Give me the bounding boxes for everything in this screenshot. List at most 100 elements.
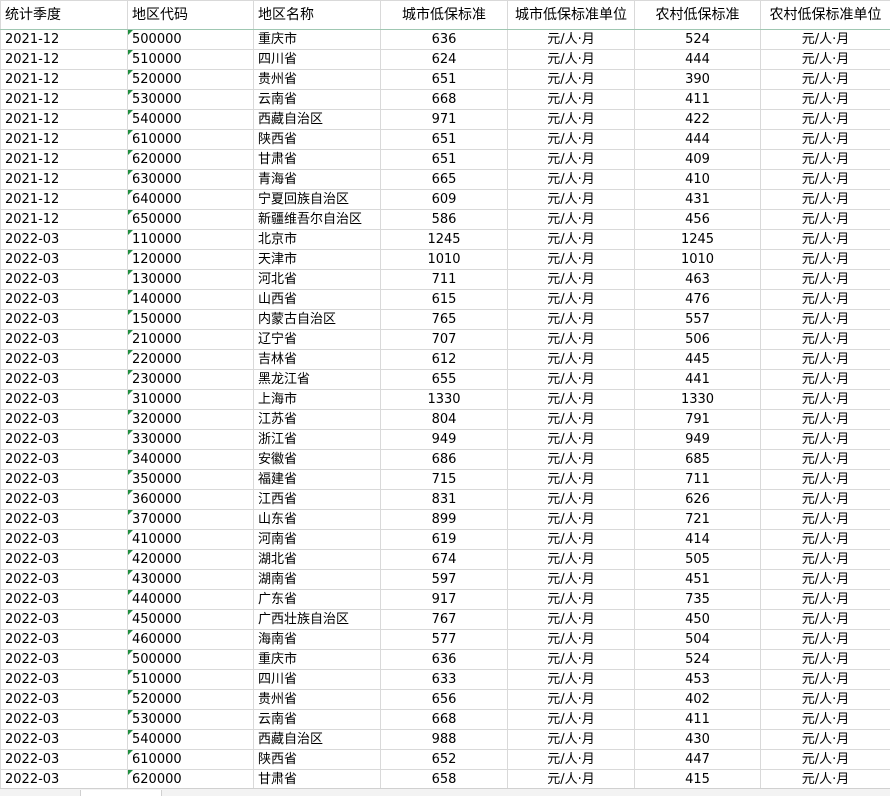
cell-region-name[interactable]: 江苏省 [254, 410, 381, 430]
cell-region-code[interactable]: 310000 [128, 390, 254, 410]
cell-quarter[interactable]: 2022-03 [1, 310, 128, 330]
cell-rural-unit[interactable]: 元/人·月 [761, 750, 890, 770]
cell-urban-unit[interactable]: 元/人·月 [508, 250, 635, 270]
cell-urban-standard[interactable]: 624 [381, 50, 508, 70]
cell-urban-unit[interactable]: 元/人·月 [508, 570, 635, 590]
cell-rural-unit[interactable]: 元/人·月 [761, 270, 890, 290]
cell-urban-standard[interactable]: 586 [381, 210, 508, 230]
cell-quarter[interactable]: 2021-12 [1, 170, 128, 190]
cell-rural-unit[interactable]: 元/人·月 [761, 370, 890, 390]
cell-urban-unit[interactable]: 元/人·月 [508, 750, 635, 770]
column-header-region-code[interactable]: 地区代码 [128, 1, 254, 30]
cell-region-code[interactable]: 610000 [128, 750, 254, 770]
cell-quarter[interactable]: 2022-03 [1, 710, 128, 730]
cell-region-name[interactable]: 河南省 [254, 530, 381, 550]
cell-urban-standard[interactable]: 1245 [381, 230, 508, 250]
cell-urban-standard[interactable]: 658 [381, 770, 508, 790]
cell-region-name[interactable]: 天津市 [254, 250, 381, 270]
cell-rural-unit[interactable]: 元/人·月 [761, 210, 890, 230]
cell-quarter[interactable]: 2022-03 [1, 290, 128, 310]
cell-rural-standard[interactable]: 456 [635, 210, 761, 230]
cell-rural-unit[interactable]: 元/人·月 [761, 550, 890, 570]
cell-urban-standard[interactable]: 715 [381, 470, 508, 490]
cell-region-name[interactable]: 重庆市 [254, 30, 381, 50]
cell-urban-standard[interactable]: 971 [381, 110, 508, 130]
cell-region-code[interactable]: 350000 [128, 470, 254, 490]
cell-rural-standard[interactable]: 791 [635, 410, 761, 430]
cell-region-code[interactable]: 510000 [128, 670, 254, 690]
cell-region-name[interactable]: 江西省 [254, 490, 381, 510]
cell-urban-standard[interactable]: 633 [381, 670, 508, 690]
cell-urban-unit[interactable]: 元/人·月 [508, 650, 635, 670]
cell-rural-standard[interactable]: 504 [635, 630, 761, 650]
cell-urban-standard[interactable]: 668 [381, 90, 508, 110]
cell-urban-unit[interactable]: 元/人·月 [508, 690, 635, 710]
cell-rural-unit[interactable]: 元/人·月 [761, 630, 890, 650]
cell-urban-standard[interactable]: 651 [381, 70, 508, 90]
cell-region-code[interactable]: 540000 [128, 730, 254, 750]
cell-region-name[interactable]: 贵州省 [254, 70, 381, 90]
cell-rural-standard[interactable]: 430 [635, 730, 761, 750]
cell-region-code[interactable]: 620000 [128, 770, 254, 790]
cell-urban-unit[interactable]: 元/人·月 [508, 550, 635, 570]
cell-region-code[interactable]: 410000 [128, 530, 254, 550]
cell-rural-standard[interactable]: 476 [635, 290, 761, 310]
column-header-quarter[interactable]: 统计季度 [1, 1, 128, 30]
cell-region-name[interactable]: 辽宁省 [254, 330, 381, 350]
cell-quarter[interactable]: 2022-03 [1, 450, 128, 470]
cell-rural-unit[interactable]: 元/人·月 [761, 650, 890, 670]
cell-quarter[interactable]: 2021-12 [1, 90, 128, 110]
column-header-urban-standard[interactable]: 城市低保标准 [381, 1, 508, 30]
cell-rural-standard[interactable]: 524 [635, 650, 761, 670]
cell-rural-unit[interactable]: 元/人·月 [761, 610, 890, 630]
cell-region-name[interactable]: 广西壮族自治区 [254, 610, 381, 630]
cell-urban-unit[interactable]: 元/人·月 [508, 770, 635, 790]
cell-rural-standard[interactable]: 626 [635, 490, 761, 510]
cell-quarter[interactable]: 2022-03 [1, 510, 128, 530]
cell-quarter[interactable]: 2021-12 [1, 130, 128, 150]
cell-quarter[interactable]: 2022-03 [1, 270, 128, 290]
cell-urban-unit[interactable]: 元/人·月 [508, 130, 635, 150]
cell-urban-standard[interactable]: 711 [381, 270, 508, 290]
cell-urban-standard[interactable]: 707 [381, 330, 508, 350]
cell-rural-unit[interactable]: 元/人·月 [761, 350, 890, 370]
cell-region-code[interactable]: 140000 [128, 290, 254, 310]
cell-urban-standard[interactable]: 1010 [381, 250, 508, 270]
cell-rural-standard[interactable]: 463 [635, 270, 761, 290]
cell-region-name[interactable]: 甘肃省 [254, 150, 381, 170]
cell-urban-standard[interactable]: 636 [381, 30, 508, 50]
cell-quarter[interactable]: 2021-12 [1, 210, 128, 230]
cell-quarter[interactable]: 2022-03 [1, 370, 128, 390]
cell-rural-unit[interactable]: 元/人·月 [761, 770, 890, 790]
cell-region-code[interactable]: 520000 [128, 70, 254, 90]
cell-rural-standard[interactable]: 422 [635, 110, 761, 130]
cell-rural-standard[interactable]: 721 [635, 510, 761, 530]
cell-region-name[interactable]: 四川省 [254, 670, 381, 690]
cell-urban-unit[interactable]: 元/人·月 [508, 730, 635, 750]
cell-rural-standard[interactable]: 411 [635, 710, 761, 730]
cell-region-code[interactable]: 210000 [128, 330, 254, 350]
cell-quarter[interactable]: 2022-03 [1, 430, 128, 450]
cell-region-code[interactable]: 150000 [128, 310, 254, 330]
cell-rural-unit[interactable]: 元/人·月 [761, 30, 890, 50]
cell-rural-standard[interactable]: 949 [635, 430, 761, 450]
cell-urban-standard[interactable]: 1330 [381, 390, 508, 410]
cell-rural-standard[interactable]: 414 [635, 530, 761, 550]
cell-urban-standard[interactable]: 652 [381, 750, 508, 770]
cell-region-code[interactable]: 220000 [128, 350, 254, 370]
cell-rural-standard[interactable]: 447 [635, 750, 761, 770]
cell-rural-unit[interactable]: 元/人·月 [761, 170, 890, 190]
cell-urban-standard[interactable]: 765 [381, 310, 508, 330]
cell-quarter[interactable]: 2022-03 [1, 250, 128, 270]
cell-region-name[interactable]: 四川省 [254, 50, 381, 70]
cell-quarter[interactable]: 2021-12 [1, 30, 128, 50]
cell-region-name[interactable]: 北京市 [254, 230, 381, 250]
cell-urban-unit[interactable]: 元/人·月 [508, 150, 635, 170]
cell-urban-standard[interactable]: 619 [381, 530, 508, 550]
cell-region-name[interactable]: 陕西省 [254, 130, 381, 150]
cell-rural-unit[interactable]: 元/人·月 [761, 470, 890, 490]
cell-urban-unit[interactable]: 元/人·月 [508, 90, 635, 110]
cell-rural-standard[interactable]: 506 [635, 330, 761, 350]
cell-urban-standard[interactable]: 665 [381, 170, 508, 190]
cell-urban-unit[interactable]: 元/人·月 [508, 210, 635, 230]
